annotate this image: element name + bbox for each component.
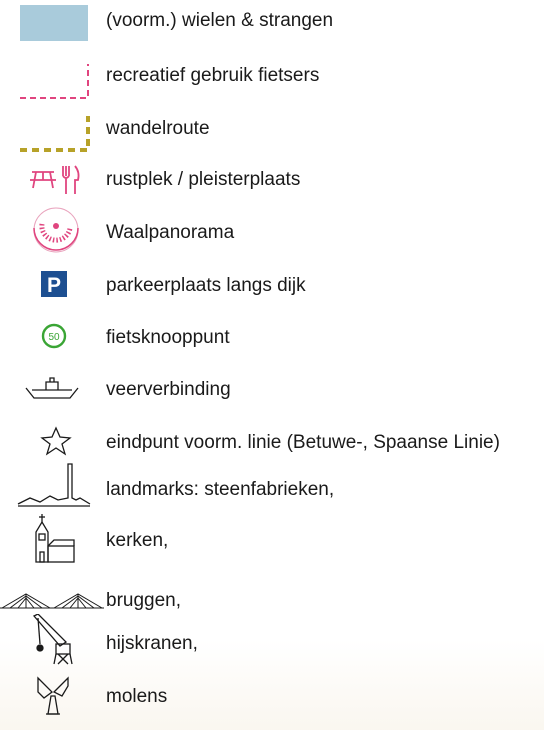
olive-dashed-line-icon	[20, 116, 90, 152]
svg-text:50: 50	[48, 332, 60, 343]
legend-item-bruggen: bruggen,	[0, 580, 544, 620]
legend-label: hijskranen,	[106, 633, 198, 654]
legend-item-rustplek: rustplek / pleisterplaats	[0, 162, 544, 202]
windmill-icon	[37, 676, 69, 715]
crane-icon	[32, 614, 73, 665]
parking-sign-icon: P	[41, 271, 67, 297]
legend-label: recreatief gebruik fietsers	[106, 65, 320, 86]
legend-label: parkeerplaats langs dijk	[106, 275, 306, 296]
legend-label: molens	[106, 686, 168, 707]
church-icon	[35, 514, 75, 563]
map-legend: (voorm.) wielen & strangen recreatief ge…	[0, 0, 544, 730]
legend-item-hijskranen: hijskranen,	[0, 614, 544, 665]
legend-item-wielen: (voorm.) wielen & strangen	[0, 4, 544, 44]
legend-item-waalpanorama: Waalpanorama	[0, 207, 544, 253]
brick-factory-icon	[17, 463, 91, 507]
legend-label: landmarks: steenfabrieken,	[106, 479, 335, 500]
legend-label: rustplek / pleisterplaats	[106, 169, 301, 190]
legend-label: eindpunt voorm. linie (Betuwe-, Spaanse …	[106, 432, 500, 453]
legend-item-fietsknooppunt: 50 fietsknooppunt	[0, 318, 544, 358]
star-outline-icon	[40, 426, 72, 456]
legend-item-kerken: kerken,	[0, 514, 544, 563]
pink-dashed-line-icon	[20, 64, 89, 99]
legend-item-wandelroute: wandelroute	[0, 112, 544, 152]
legend-item-fietsers: recreatief gebruik fietsers	[0, 58, 544, 99]
bridge-icon	[0, 593, 104, 609]
panorama-fan-icon	[33, 207, 79, 253]
picnic-table-and-cutlery-icon	[30, 165, 80, 194]
legend-label: (voorm.) wielen & strangen	[106, 10, 334, 31]
legend-item-molens: molens	[0, 676, 544, 716]
legend-label: kerken,	[106, 530, 169, 551]
legend-item-linie: eindpunt voorm. linie (Betuwe-, Spaanse …	[0, 422, 544, 462]
legend-label: fietsknooppunt	[106, 327, 230, 348]
legend-item-parkeerplaats: P parkeerplaats langs dijk	[0, 266, 544, 306]
water-area-swatch-icon	[20, 5, 88, 41]
svg-text:P: P	[47, 274, 61, 297]
legend-label: veerverbinding	[106, 379, 231, 400]
legend-item-veerverbinding: veerverbinding	[0, 370, 544, 410]
ferry-icon	[25, 377, 79, 399]
legend-label: Waalpanorama	[106, 222, 235, 243]
cycle-node-icon: 50	[41, 323, 67, 349]
legend-label: bruggen,	[106, 590, 182, 611]
legend-item-steenfabrieken: landmarks: steenfabrieken,	[0, 463, 544, 510]
legend-label: wandelroute	[106, 118, 210, 139]
